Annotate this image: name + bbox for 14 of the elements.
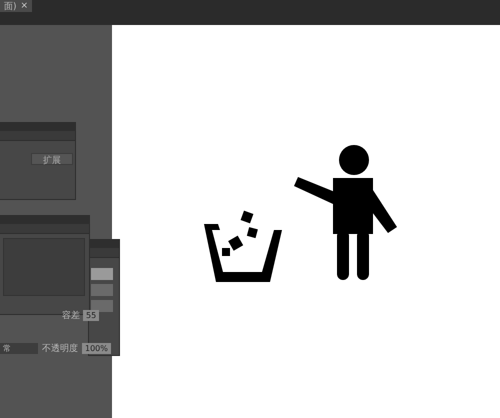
opacity-label: 不透明度 [42, 342, 78, 355]
value-field[interactable] [91, 284, 113, 296]
tolerance-field[interactable]: 55 [83, 310, 100, 321]
panel-title-bar[interactable] [0, 216, 89, 224]
close-icon[interactable]: × [20, 1, 28, 11]
opacity-field[interactable]: 100% [82, 343, 111, 354]
panel-title-bar[interactable] [0, 123, 75, 131]
tolerance-label: 容差 [62, 310, 80, 322]
document-tab[interactable]: 面) × [0, 0, 32, 12]
value-field[interactable] [91, 300, 113, 312]
expand-button[interactable]: 扩展 [31, 153, 73, 165]
panel-title-bar[interactable] [89, 240, 119, 248]
color-field[interactable] [91, 268, 113, 280]
blend-mode-dropdown[interactable]: 常 [0, 343, 38, 354]
